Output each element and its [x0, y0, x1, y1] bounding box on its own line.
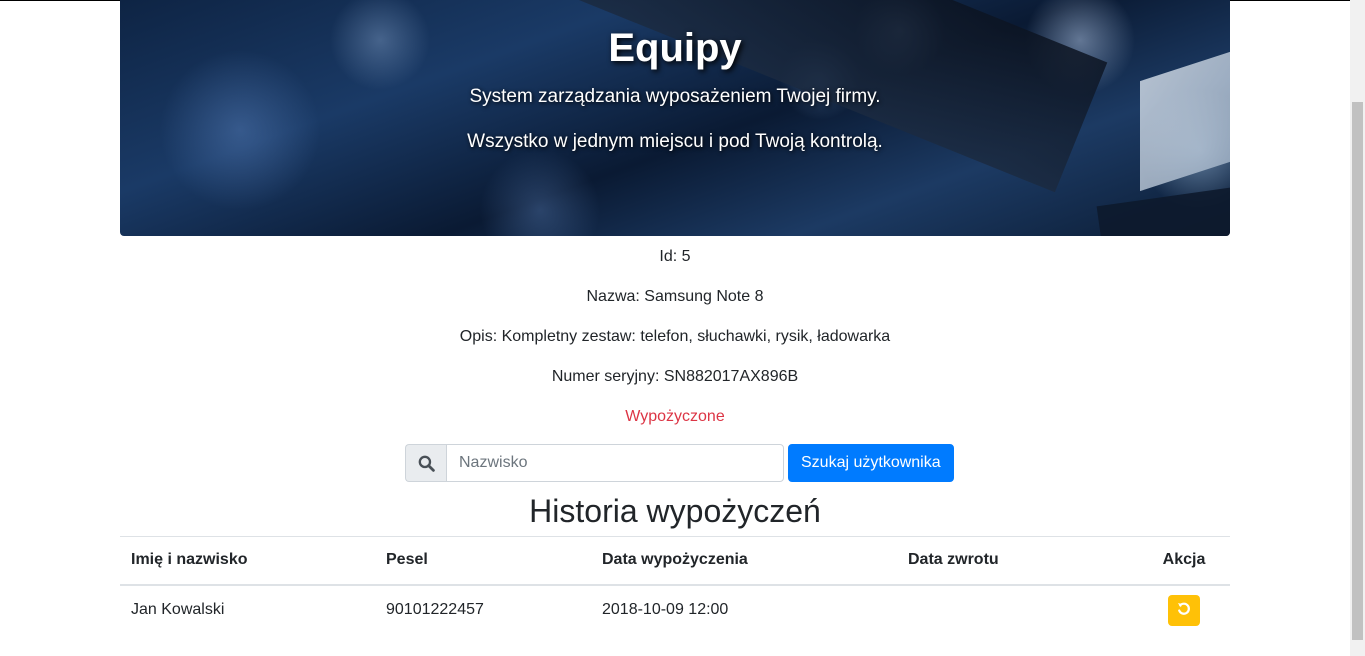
hero-decoration	[1096, 184, 1230, 236]
equipment-id: Id: 5	[659, 248, 691, 265]
table-row: Jan Kowalski 90101222457 2018-10-09 12:0…	[120, 585, 1230, 635]
cell-pesel: 90101222457	[386, 601, 484, 618]
equipment-name: Nazwa: Samsung Note 8	[586, 288, 764, 305]
app-subtitle: System zarządzania wyposażeniem Twojej f…	[469, 86, 881, 107]
app-title: Equipy	[608, 26, 742, 70]
column-header-borrow-date: Data wypożyczenia	[602, 551, 748, 569]
cell-action	[1138, 585, 1230, 635]
cell-return-date	[897, 585, 1138, 635]
history-title: Historia wypożyczeń	[529, 493, 821, 529]
table-header-row: Imię i nazwisko Pesel Data wypożyczenia …	[120, 536, 1230, 585]
scrollbar-thumb[interactable]	[1352, 102, 1363, 640]
return-equipment-button[interactable]	[1168, 594, 1200, 626]
equipment-status: Wypożyczone	[625, 408, 725, 425]
cell-name: Jan Kowalski	[131, 601, 225, 618]
user-search-form: Szukaj użytkownika	[405, 444, 954, 482]
column-header-pesel: Pesel	[386, 551, 428, 569]
column-header-action: Akcja	[1162, 551, 1206, 569]
cell-borrow-date: 2018-10-09 12:00	[602, 601, 729, 618]
loan-history-table: Imię i nazwisko Pesel Data wypożyczenia …	[120, 536, 1230, 635]
page-scrollbar[interactable]	[1350, 0, 1365, 656]
column-header-name: Imię i nazwisko	[131, 551, 248, 569]
search-user-button[interactable]: Szukaj użytkownika	[788, 444, 954, 482]
equipment-serial: Numer seryjny: SN882017AX896B	[551, 368, 799, 385]
column-header-return-date: Data zwrotu	[908, 551, 999, 569]
undo-icon	[1176, 601, 1192, 620]
hero-banner: Equipy System zarządzania wyposażeniem T…	[120, 0, 1230, 236]
app-tagline: Wszystko w jednym miejscu i pod Twoją ko…	[467, 131, 883, 152]
search-icon	[405, 444, 446, 482]
surname-search-input[interactable]	[446, 444, 784, 482]
equipment-description: Opis: Kompletny zestaw: telefon, słuchaw…	[459, 328, 891, 345]
